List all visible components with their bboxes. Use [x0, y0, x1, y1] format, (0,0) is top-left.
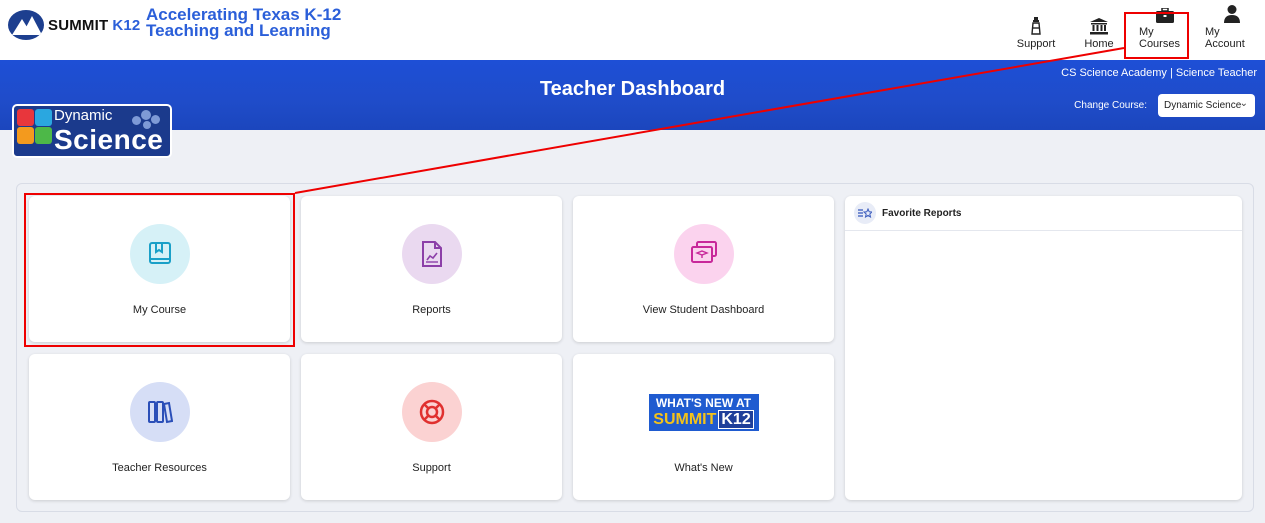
tile-label: View Student Dashboard	[642, 304, 765, 316]
logo-text-dynamic: Dynamic	[54, 107, 113, 124]
whats-new-banner: WHAT'S NEW AT SUMMIT K12	[648, 394, 759, 431]
dna-icon	[17, 109, 34, 126]
nav-support-label: Support	[1016, 38, 1056, 50]
favorite-reports-header: Favorite Reports	[845, 196, 1242, 231]
whats-new-k12: K12	[718, 410, 754, 429]
course-select-value: Dynamic Science	[1164, 100, 1242, 111]
flask-icon	[35, 109, 52, 126]
course-select[interactable]: Dynamic Science ⌄	[1158, 94, 1255, 117]
nav-home-label: Home	[1084, 38, 1114, 50]
tile-label: Support	[412, 462, 451, 474]
tagline: Accelerating Texas K-12 Teaching and Lea…	[146, 6, 341, 40]
tile-view-student-dashboard[interactable]: View Student Dashboard	[573, 196, 834, 342]
whats-new-line2: SUMMIT	[653, 411, 717, 428]
nav-home[interactable]: Home	[1073, 8, 1125, 50]
dynamic-science-logo: Dynamic Science	[12, 104, 172, 158]
mountain-logo-icon	[8, 10, 44, 40]
school-info: CS Science Academy | Science Teacher	[1061, 67, 1257, 79]
tile-label: Teacher Resources	[112, 462, 207, 474]
chevron-down-icon: ⌄	[1239, 98, 1248, 109]
atom-icon	[35, 127, 52, 144]
planet-icon	[17, 127, 34, 144]
nav-my-account-label: My Account	[1205, 26, 1245, 50]
summit-logo[interactable]: SUMMIT K12	[8, 10, 140, 40]
lighthouse-icon	[1031, 17, 1041, 35]
tile-support[interactable]: Support	[301, 354, 562, 500]
report-icon	[401, 224, 462, 284]
star-list-icon	[854, 202, 876, 224]
nav-support[interactable]: Support	[1007, 8, 1065, 50]
building-columns-icon	[1090, 17, 1108, 35]
brand-k12: K12	[112, 16, 141, 34]
highlight-my-course-tile	[24, 193, 295, 347]
user-icon	[1224, 5, 1240, 23]
favorite-reports-title: Favorite Reports	[882, 207, 962, 219]
highlight-my-courses	[1124, 12, 1189, 59]
tile-label: What's New	[674, 462, 733, 474]
top-header: SUMMIT K12 Accelerating Texas K-12 Teachi…	[0, 0, 1265, 60]
student-dashboard-icon	[673, 224, 734, 284]
whats-new-line1: WHAT'S NEW AT	[655, 396, 752, 410]
page-title: Teacher Dashboard	[539, 78, 726, 100]
change-course-label: Change Course:	[1074, 100, 1147, 111]
tile-label: Reports	[412, 304, 451, 316]
dashboard-banner: Teacher Dashboard CS Science Academy | S…	[0, 60, 1265, 130]
nav-my-account[interactable]: My Account	[1199, 5, 1265, 50]
tagline-line-2: Teaching and Learning	[146, 21, 331, 40]
tile-reports[interactable]: Reports	[301, 196, 562, 342]
favorite-reports-panel: Favorite Reports	[845, 196, 1242, 500]
books-icon	[129, 382, 190, 442]
lifebuoy-icon	[401, 382, 462, 442]
brand-name: SUMMIT	[48, 16, 109, 34]
tile-teacher-resources[interactable]: Teacher Resources	[29, 354, 290, 500]
tile-whats-new[interactable]: WHAT'S NEW AT SUMMIT K12 What's New	[573, 354, 834, 500]
page: SUMMIT K12 Accelerating Texas K-12 Teachi…	[0, 0, 1265, 523]
